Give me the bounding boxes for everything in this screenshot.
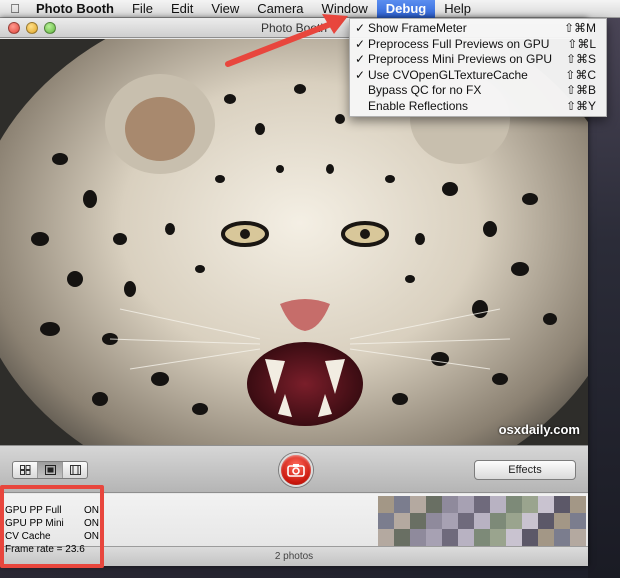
thumbnail-pixel [554, 512, 570, 529]
take-photo-button[interactable] [279, 453, 313, 487]
thumbnail-pixel [378, 512, 394, 529]
thumbnail-pixel [426, 496, 442, 513]
thumbnail-pixel [458, 512, 474, 529]
menu-item-preprocess-full[interactable]: ✓ Preprocess Full Previews on GPU ⇧⌘L [350, 37, 606, 53]
menu-help[interactable]: Help [435, 0, 480, 18]
close-button[interactable] [8, 22, 20, 34]
menu-edit[interactable]: Edit [162, 0, 202, 18]
checkmark-icon: ✓ [355, 67, 366, 82]
annotation-highlight-box [0, 485, 104, 568]
thumbnail-pixel [554, 529, 570, 546]
thumbnail-pixel [554, 496, 570, 513]
thumbnail-pixel [410, 496, 426, 513]
menu-bar:  Photo Booth File Edit View Camera Wind… [0, 0, 620, 18]
thumbnail-pixel [410, 512, 426, 529]
thumbnail-pixel [458, 496, 474, 513]
keyboard-shortcut: ⇧⌘L [567, 36, 596, 51]
menu-item-label: Bypass QC for no FX [368, 83, 482, 97]
thumbnail-pixel [442, 512, 458, 529]
menu-item-label: Preprocess Mini Previews on GPU [368, 52, 553, 66]
debug-menu: ✓ Show FrameMeter ⇧⌘M ✓ Preprocess Full … [349, 18, 607, 117]
thumbnail-pixel [506, 529, 522, 546]
thumbnail-pixel [570, 496, 586, 513]
menu-item-show-framemeter[interactable]: ✓ Show FrameMeter ⇧⌘M [350, 21, 606, 37]
menu-item-texture-cache[interactable]: ✓ Use CVOpenGLTextureCache ⇧⌘C [350, 68, 606, 84]
thumbnail-pixel [474, 496, 490, 513]
checkmark-icon: ✓ [355, 36, 366, 51]
single-view-icon[interactable] [38, 462, 63, 478]
checkmark-icon: ✓ [355, 52, 366, 66]
menu-window[interactable]: Window [313, 0, 377, 18]
thumbnail-pixel [506, 496, 522, 513]
thumbnail-pixel [570, 512, 586, 529]
thumbnail-pixel [410, 529, 426, 546]
menu-item-label: Use CVOpenGLTextureCache [368, 67, 528, 82]
filmstrip-view-icon[interactable] [63, 462, 87, 478]
menu-item-preprocess-mini[interactable]: ✓ Preprocess Mini Previews on GPU ⇧⌘S [350, 52, 606, 68]
thumbnail-pixel [442, 496, 458, 513]
keyboard-shortcut: ⇧⌘Y [565, 98, 596, 113]
grid-view-icon[interactable] [13, 462, 38, 478]
camera-icon [287, 464, 305, 477]
thumbnail-pixel [522, 496, 538, 513]
thumbnail-pixel [426, 512, 442, 529]
thumbnail-pixel [474, 529, 490, 546]
keyboard-shortcut: ⇧⌘B [565, 83, 596, 97]
thumbnail-pixel [490, 529, 506, 546]
minimize-button[interactable] [26, 22, 38, 34]
thumbnail-pixel [394, 496, 410, 513]
thumbnail-pixel [570, 529, 586, 546]
keyboard-shortcut: ⇧⌘S [565, 52, 596, 66]
view-mode-selector [12, 461, 88, 479]
menu-debug[interactable]: Debug [376, 0, 436, 18]
apple-icon[interactable]:  [0, 1, 30, 16]
menu-file[interactable]: File [123, 0, 162, 18]
menu-item-bypass-qc[interactable]: Bypass QC for no FX ⇧⌘B [350, 83, 606, 99]
watermark: osxdaily.com [498, 422, 580, 437]
effects-button[interactable]: Effects [474, 460, 576, 480]
thumbnail-pixel [442, 529, 458, 546]
menu-camera[interactable]: Camera [248, 0, 312, 18]
thumbnail-pixel [538, 496, 554, 513]
menu-item-label: Preprocess Full Previews on GPU [368, 36, 550, 51]
menu-view[interactable]: View [202, 0, 248, 18]
menu-photo-booth[interactable]: Photo Booth [30, 0, 123, 18]
checkmark-icon: ✓ [355, 21, 366, 35]
thumbnail-pixel [394, 529, 410, 546]
thumbnail-pixel [394, 512, 410, 529]
keyboard-shortcut: ⇧⌘M [563, 21, 596, 35]
thumbnail-pixel [490, 512, 506, 529]
menu-item-label: Enable Reflections [368, 98, 469, 113]
thumbnail-pixel [522, 529, 538, 546]
thumbnail-pixel [522, 512, 538, 529]
thumbnail-pixel [490, 496, 506, 513]
thumbnail-pixel [378, 496, 394, 513]
keyboard-shortcut: ⇧⌘C [565, 67, 596, 82]
thumbnail-pixel [378, 529, 394, 546]
menu-item-enable-reflections[interactable]: Enable Reflections ⇧⌘Y [350, 99, 606, 115]
thumbnail-pixel [538, 529, 554, 546]
photo-count: 2 photos [274, 551, 314, 562]
thumbnail-pixel [538, 512, 554, 529]
thumbnail-pixel [474, 512, 490, 529]
thumbnail-pixel [458, 529, 474, 546]
thumbnail-pixel [506, 512, 522, 529]
thumbnail-pixel [426, 529, 442, 546]
zoom-button[interactable] [44, 22, 56, 34]
menu-item-label: Show FrameMeter [368, 21, 467, 35]
